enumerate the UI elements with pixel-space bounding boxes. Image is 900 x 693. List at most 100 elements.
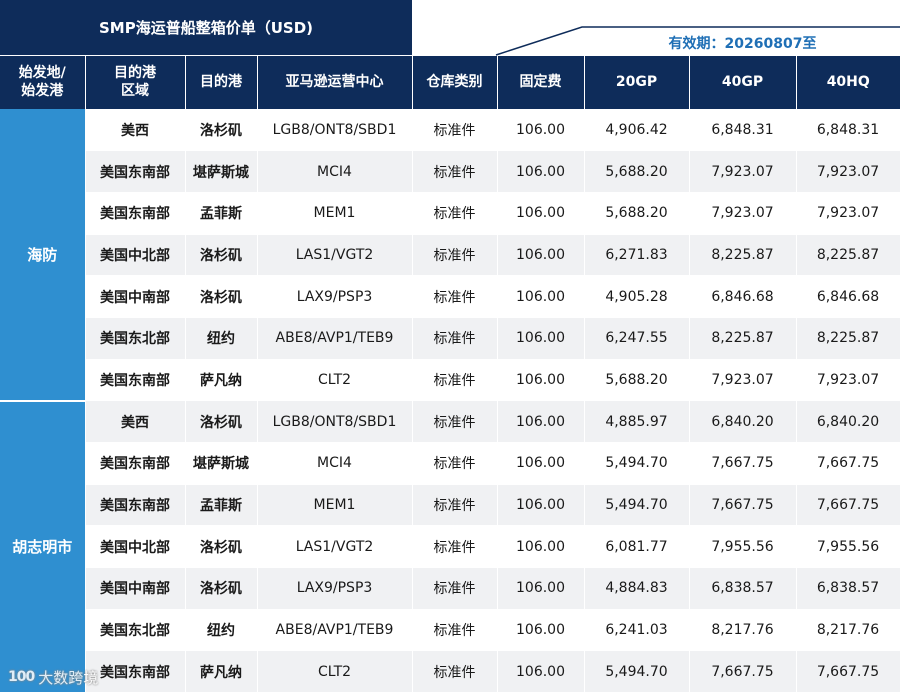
col-header-dest-region-line1: 目的港	[114, 65, 156, 81]
dest-port-cell: 洛杉矶	[185, 525, 258, 569]
price-40gp-cell: 8,225.87	[689, 317, 797, 360]
warehouse-type-cell: 标准件	[412, 442, 498, 485]
col-header-fixed-fee: 固定费	[497, 56, 585, 109]
table-row: 美国中北部 洛杉矶 LAS1/VGT2 标准件 106.00 6,081.77 7,955.…	[0, 525, 900, 569]
fixed-fee-cell: 106.00	[497, 150, 585, 193]
fixed-fee-cell: 106.00	[497, 609, 585, 652]
dest-region-cell: 美国东南部	[85, 359, 186, 402]
watermark-text: 大数跨境	[38, 668, 99, 687]
amazon-fc-cell: ABE8/AVP1/TEB9	[257, 317, 413, 360]
col-header-origin-line1: 始发地/	[18, 65, 66, 81]
col-header-origin-line2: 始发港	[21, 82, 64, 99]
amazon-fc-cell: LGB8/ONT8/SBD1	[257, 109, 413, 152]
amazon-fc-cell: LAX9/PSP3	[257, 567, 413, 610]
dest-port-cell: 纽约	[185, 609, 258, 652]
dest-port-cell: 洛杉矶	[185, 234, 258, 277]
table-row: 美国中北部 洛杉矶 LAS1/VGT2 标准件 106.00 6,271.83 8,225.…	[0, 234, 900, 277]
fixed-fee-cell: 106.00	[497, 567, 585, 610]
price-40hq-cell: 7,667.75	[796, 650, 900, 693]
price-40hq-cell: 7,667.75	[796, 442, 900, 485]
price-20gp-cell: 5,494.70	[584, 442, 690, 485]
price-20gp-cell: 6,271.83	[584, 234, 690, 277]
price-20gp-cell: 5,688.20	[584, 150, 690, 193]
dest-region-cell: 美国中北部	[85, 525, 186, 569]
table-header-row: 始发地/始发港 目的港 区域 目的港 亚马逊运营中心 仓库类别 固定费 20GP …	[0, 56, 900, 109]
dest-port-cell: 洛杉矶	[185, 567, 258, 610]
fixed-fee-cell: 106.00	[497, 400, 585, 443]
amazon-fc-cell: LAX9/PSP3	[257, 275, 413, 318]
warehouse-type-cell: 标准件	[412, 317, 498, 360]
table-body: 海防 美西 洛杉矶 LGB8/ONT8/SBD1 标准件 106.00 4,906.42 6,…	[0, 109, 900, 693]
col-header-dest-region-line2: 区域	[121, 82, 149, 99]
warehouse-type-cell: 标准件	[412, 192, 498, 235]
col-header-dest-region: 目的港 区域	[85, 56, 186, 109]
price-40hq-cell: 6,838.57	[796, 567, 900, 610]
warehouse-type-cell: 标准件	[412, 150, 498, 193]
col-header-40hq: 40HQ	[796, 56, 900, 109]
price-20gp-cell: 4,905.28	[584, 275, 690, 318]
fixed-fee-cell: 106.00	[497, 192, 585, 235]
dest-port-cell: 萨凡纳	[185, 650, 258, 693]
price-sheet-title: SMP海运普船整箱价单（USD)	[0, 0, 412, 55]
table-row: 美国东南部 堪萨斯城 MCI4 标准件 106.00 5,688.20 7,923.07 7,…	[0, 150, 900, 193]
price-20gp-cell: 6,247.55	[584, 317, 690, 360]
fixed-fee-cell: 106.00	[497, 442, 585, 485]
dest-region-cell: 美国东北部	[85, 317, 186, 360]
col-header-warehouse-type: 仓库类别	[412, 56, 498, 109]
fixed-fee-cell: 106.00	[497, 109, 585, 152]
amazon-fc-cell: MEM1	[257, 484, 413, 527]
table-row: 美国东南部 萨凡纳 CLT2 标准件 106.00 5,688.20 7,923.07 7,9…	[0, 359, 900, 402]
dest-region-cell: 美国中南部	[85, 567, 186, 610]
fixed-fee-cell: 106.00	[497, 234, 585, 277]
watermark: 100 大数跨境	[8, 666, 98, 688]
price-40gp-cell: 7,667.75	[689, 442, 797, 485]
amazon-fc-cell: LAS1/VGT2	[257, 525, 413, 569]
price-40gp-cell: 7,923.07	[689, 150, 797, 193]
price-20gp-cell: 4,884.83	[584, 567, 690, 610]
table-row: 美国东北部 纽约 ABE8/AVP1/TEB9 标准件 106.00 6,247.55 8,…	[0, 317, 900, 360]
warehouse-type-cell: 标准件	[412, 359, 498, 402]
fixed-fee-cell: 106.00	[497, 359, 585, 402]
dest-region-cell: 美国东南部	[85, 484, 186, 527]
dest-port-cell: 纽约	[185, 317, 258, 360]
price-40gp-cell: 8,217.76	[689, 609, 797, 652]
dest-port-cell: 堪萨斯城	[185, 150, 258, 193]
origin-cell: 海防	[0, 109, 86, 402]
price-40gp-cell: 7,955.56	[689, 525, 797, 569]
table-row: 海防 美西 洛杉矶 LGB8/ONT8/SBD1 标准件 106.00 4,906.42 6,…	[0, 109, 900, 402]
table-row: 胡志明市 美西 洛杉矶 LGB8/ONT8/SBD1 标准件 106.00 4,885.97…	[0, 399, 900, 693]
validity-period: 有效期：20260807至	[668, 36, 817, 52]
price-40hq-cell: 7,923.07	[796, 150, 900, 193]
amazon-fc-cell: ABE8/AVP1/TEB9	[257, 609, 413, 652]
table-row: 美国中南部 洛杉矶 LAX9/PSP3 标准件 106.00 4,884.83 6,838.…	[0, 567, 900, 610]
price-40hq-cell: 7,955.56	[796, 525, 900, 569]
price-40hq-cell: 8,225.87	[796, 317, 900, 360]
price-40gp-cell: 7,923.07	[689, 359, 797, 402]
price-40gp-cell: 7,923.07	[689, 192, 797, 235]
dest-region-cell: 美国东南部	[85, 150, 186, 193]
price-40gp-cell: 7,667.75	[689, 484, 797, 527]
amazon-fc-cell: LAS1/VGT2	[257, 234, 413, 277]
dest-region-cell: 美国中北部	[85, 234, 186, 277]
col-header-origin: 始发地/始发港	[0, 56, 86, 109]
warehouse-type-cell: 标准件	[412, 234, 498, 277]
price-40gp-cell: 8,225.87	[689, 234, 797, 277]
warehouse-type-cell: 标准件	[412, 109, 498, 152]
dest-region-cell: 美西	[85, 109, 186, 152]
dest-region-cell: 美国东南部	[85, 192, 186, 235]
price-40hq-cell: 7,667.75	[796, 484, 900, 527]
price-40hq-cell: 8,217.76	[796, 609, 900, 652]
price-20gp-cell: 5,494.70	[584, 484, 690, 527]
col-header-40gp: 40GP	[689, 56, 797, 109]
table-row: 美国东南部 孟菲斯 MEM1 标准件 106.00 5,494.70 7,667.75 7,6…	[0, 484, 900, 527]
dest-region-cell: 美国东北部	[85, 609, 186, 652]
col-header-dest-port: 目的港	[185, 56, 258, 109]
price-20gp-cell: 5,688.20	[584, 192, 690, 235]
amazon-fc-cell: MCI4	[257, 150, 413, 193]
price-20gp-cell: 5,494.70	[584, 650, 690, 693]
dest-port-cell: 孟菲斯	[185, 192, 258, 235]
price-40gp-cell: 6,838.57	[689, 567, 797, 610]
fixed-fee-cell: 106.00	[497, 484, 585, 527]
amazon-fc-cell: LGB8/ONT8/SBD1	[257, 400, 413, 443]
warehouse-type-cell: 标准件	[412, 400, 498, 443]
